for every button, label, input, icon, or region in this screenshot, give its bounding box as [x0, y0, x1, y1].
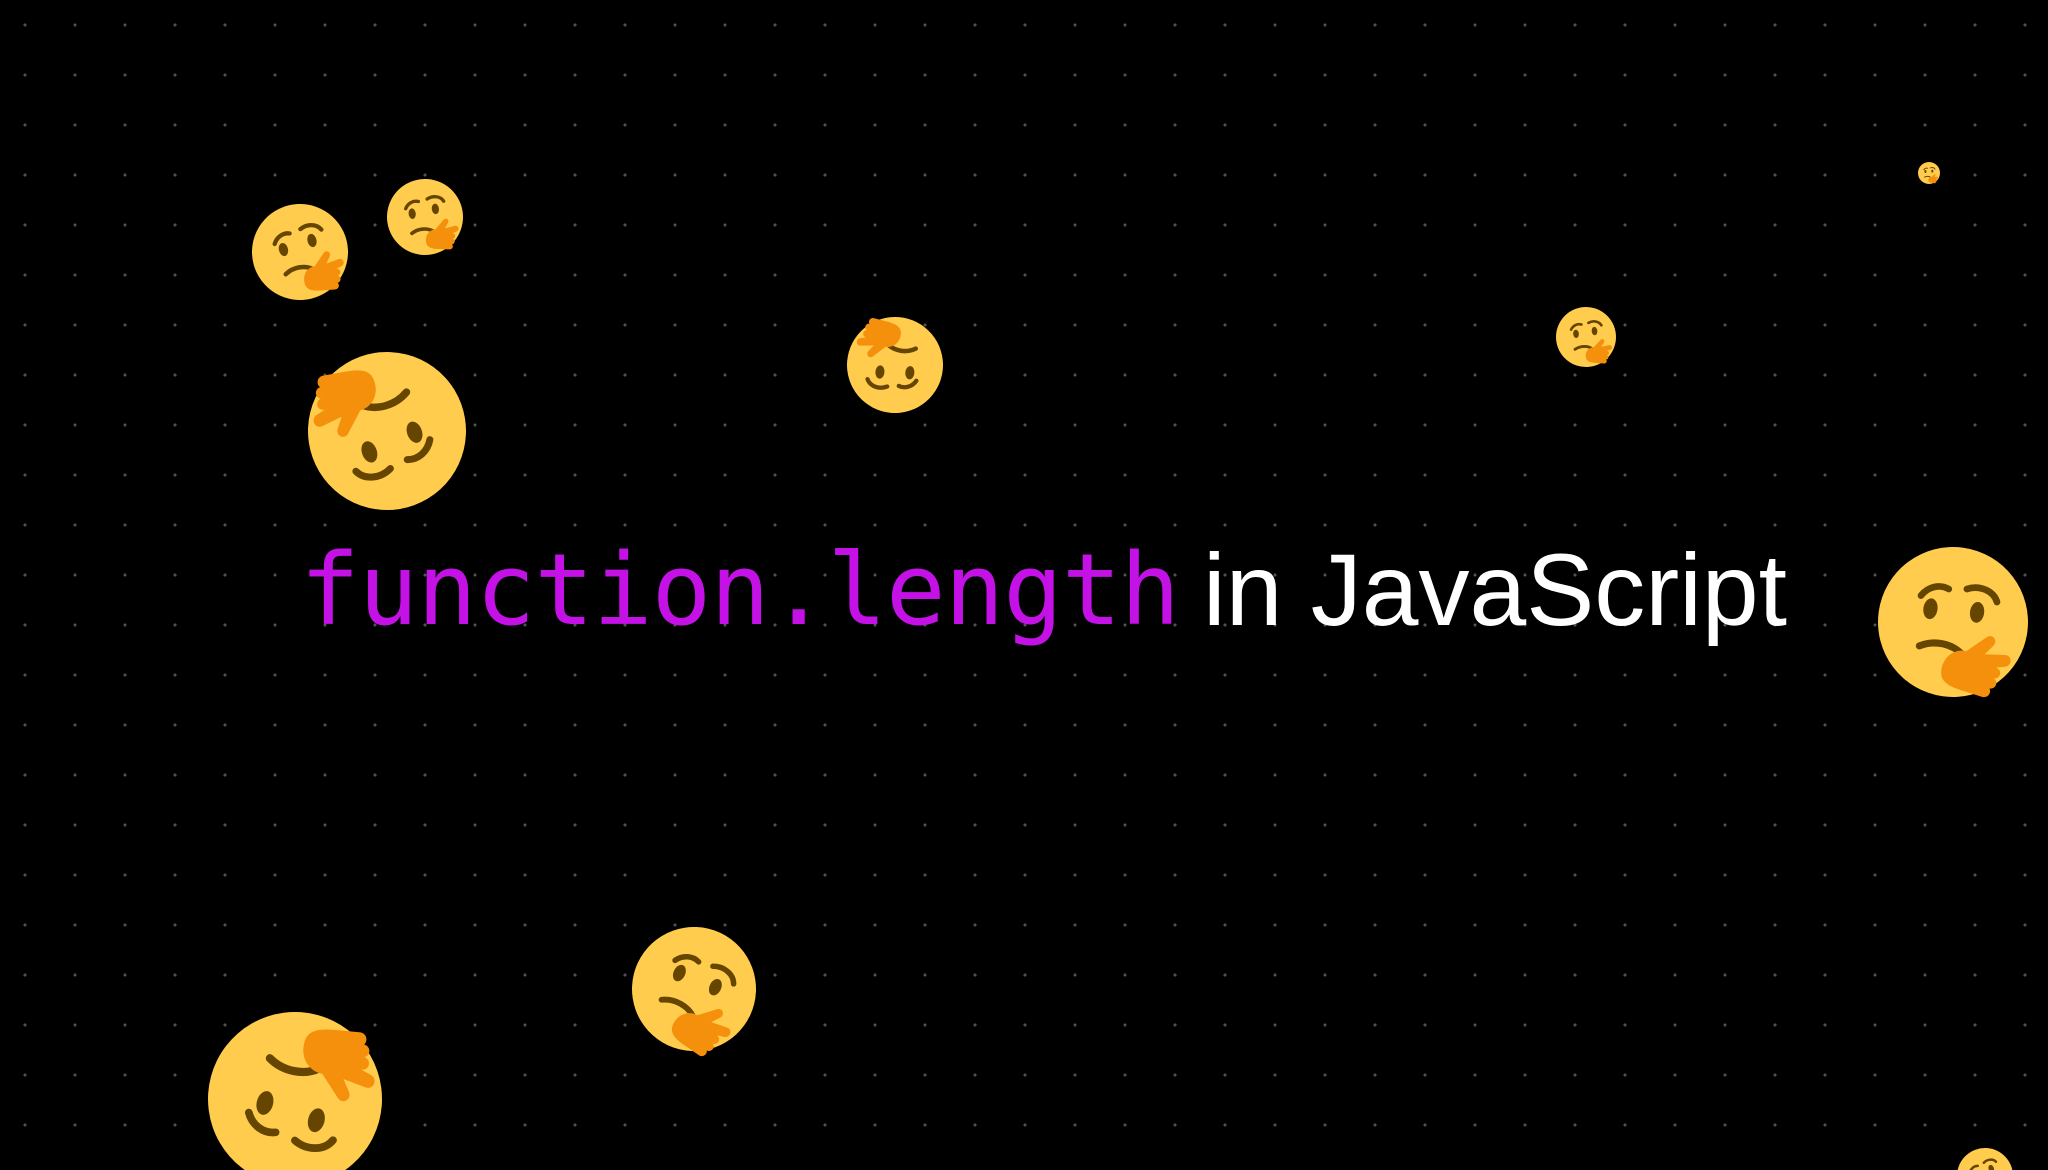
thinking-face-icon — [1917, 161, 1941, 185]
thinking-face-icon — [1947, 1138, 2023, 1170]
thinking-face-icon — [843, 313, 947, 417]
thinking-face-icon — [188, 992, 401, 1170]
slide-canvas: function.length in JavaScript — [0, 0, 2048, 1170]
thinking-face-icon — [1552, 303, 1620, 371]
headline: function.length in JavaScript — [300, 532, 1787, 648]
thinking-face-icon — [612, 907, 777, 1072]
thinking-face-icon — [242, 194, 358, 310]
headline-code: function.length — [300, 532, 1180, 648]
thinking-face-icon — [286, 330, 489, 533]
thinking-face-icon — [380, 172, 470, 262]
headline-text: in JavaScript — [1203, 532, 1787, 647]
thinking-face-icon — [1868, 537, 2037, 706]
